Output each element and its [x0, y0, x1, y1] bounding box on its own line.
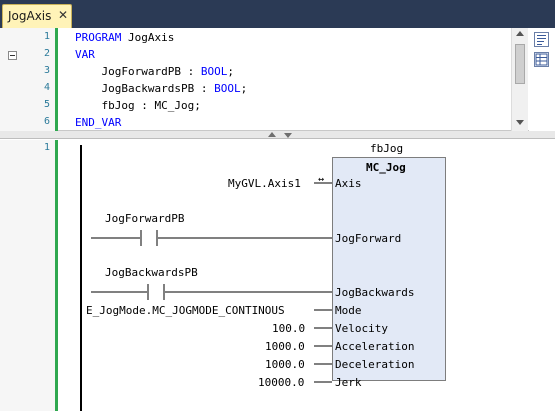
collapse-down-icon[interactable] [284, 133, 292, 138]
pin-jerk: Jerk [335, 376, 362, 389]
pin-deceleration: Deceleration [335, 358, 415, 371]
keyword: PROGRAM [75, 31, 122, 44]
identifier: fbJog : MC_Jog; [75, 99, 201, 112]
scroll-down-icon[interactable] [516, 120, 524, 125]
pin-velocity: Velocity [335, 322, 388, 335]
identifier: JogForwardPB : [75, 65, 201, 78]
editor-tab-strip: JogAxis ✕ [0, 0, 555, 28]
pin-mode: Mode [335, 304, 362, 317]
input-value-velocity[interactable]: 100.0 [272, 322, 305, 335]
input-value-axis[interactable]: MyGVL.Axis1 [228, 177, 301, 190]
contact-label[interactable]: JogBackwardsPB [105, 266, 198, 279]
punctuation: ; [240, 82, 248, 95]
implementation-editor[interactable]: 1 fbJog MC_Jog JogForwardPB JogBackwards… [0, 140, 555, 411]
scroll-thumb[interactable] [515, 44, 525, 84]
collapse-icon[interactable] [8, 51, 17, 60]
identifier: JogAxis [121, 31, 175, 44]
editor-splitter[interactable] [0, 131, 555, 139]
code-line: END_VAR [75, 116, 121, 129]
keyword: VAR [75, 48, 95, 61]
vertical-scrollbar[interactable] [511, 28, 528, 131]
code-line: fbJog : MC_Jog; [75, 99, 201, 112]
line-number: 3 [43, 65, 50, 76]
pin-axis: Axis [335, 177, 362, 190]
close-icon[interactable]: ✕ [58, 8, 68, 22]
line-number: 6 [43, 116, 50, 127]
view-toggle-panel [529, 28, 555, 131]
change-marker-bar [55, 28, 58, 131]
pin-jogforward: JogForward [335, 232, 402, 245]
line-number: 2 [43, 48, 50, 59]
tab-label: JogAxis [8, 9, 52, 23]
input-value-acceleration[interactable]: 1000.0 [265, 340, 305, 353]
inout-arrow-icon: ↔ [318, 174, 325, 185]
line-number: 5 [43, 99, 50, 110]
textual-view-icon[interactable] [534, 32, 549, 47]
line-number: 4 [43, 82, 50, 93]
code-line: JogBackwardsPB : BOOL; [75, 82, 247, 95]
input-value-deceleration[interactable]: 1000.0 [265, 358, 305, 371]
contact-label[interactable]: JogForwardPB [105, 212, 184, 225]
keyword: BOOL [214, 82, 241, 95]
declaration-editor[interactable]: 1 2 3 4 5 6 PROGRAM JogAxis VAR JogForwa… [0, 28, 555, 131]
tabular-view-icon[interactable] [534, 52, 549, 67]
code-line: PROGRAM JogAxis [75, 31, 174, 44]
pin-acceleration: Acceleration [335, 340, 415, 353]
input-value-jerk[interactable]: 10000.0 [258, 376, 304, 389]
punctuation: ; [227, 65, 234, 78]
keyword: BOOL [200, 65, 228, 78]
scroll-up-icon[interactable] [516, 31, 524, 36]
identifier: JogBackwardsPB : [75, 82, 215, 95]
input-value-mode[interactable]: E_JogMode.MC_JOGMODE_CONTINOUS [86, 304, 285, 317]
keyword: END_VAR [75, 116, 122, 129]
code-line: VAR [75, 48, 95, 61]
line-number: 1 [43, 31, 50, 42]
collapse-up-icon[interactable] [268, 132, 276, 137]
code-line: JogForwardPB : BOOL; [75, 65, 234, 78]
pin-jogbackwards: JogBackwards [335, 286, 415, 299]
tab-jogaxis[interactable]: JogAxis ✕ [2, 4, 72, 28]
line-number-gutter: 1 2 3 4 5 6 [0, 28, 55, 131]
